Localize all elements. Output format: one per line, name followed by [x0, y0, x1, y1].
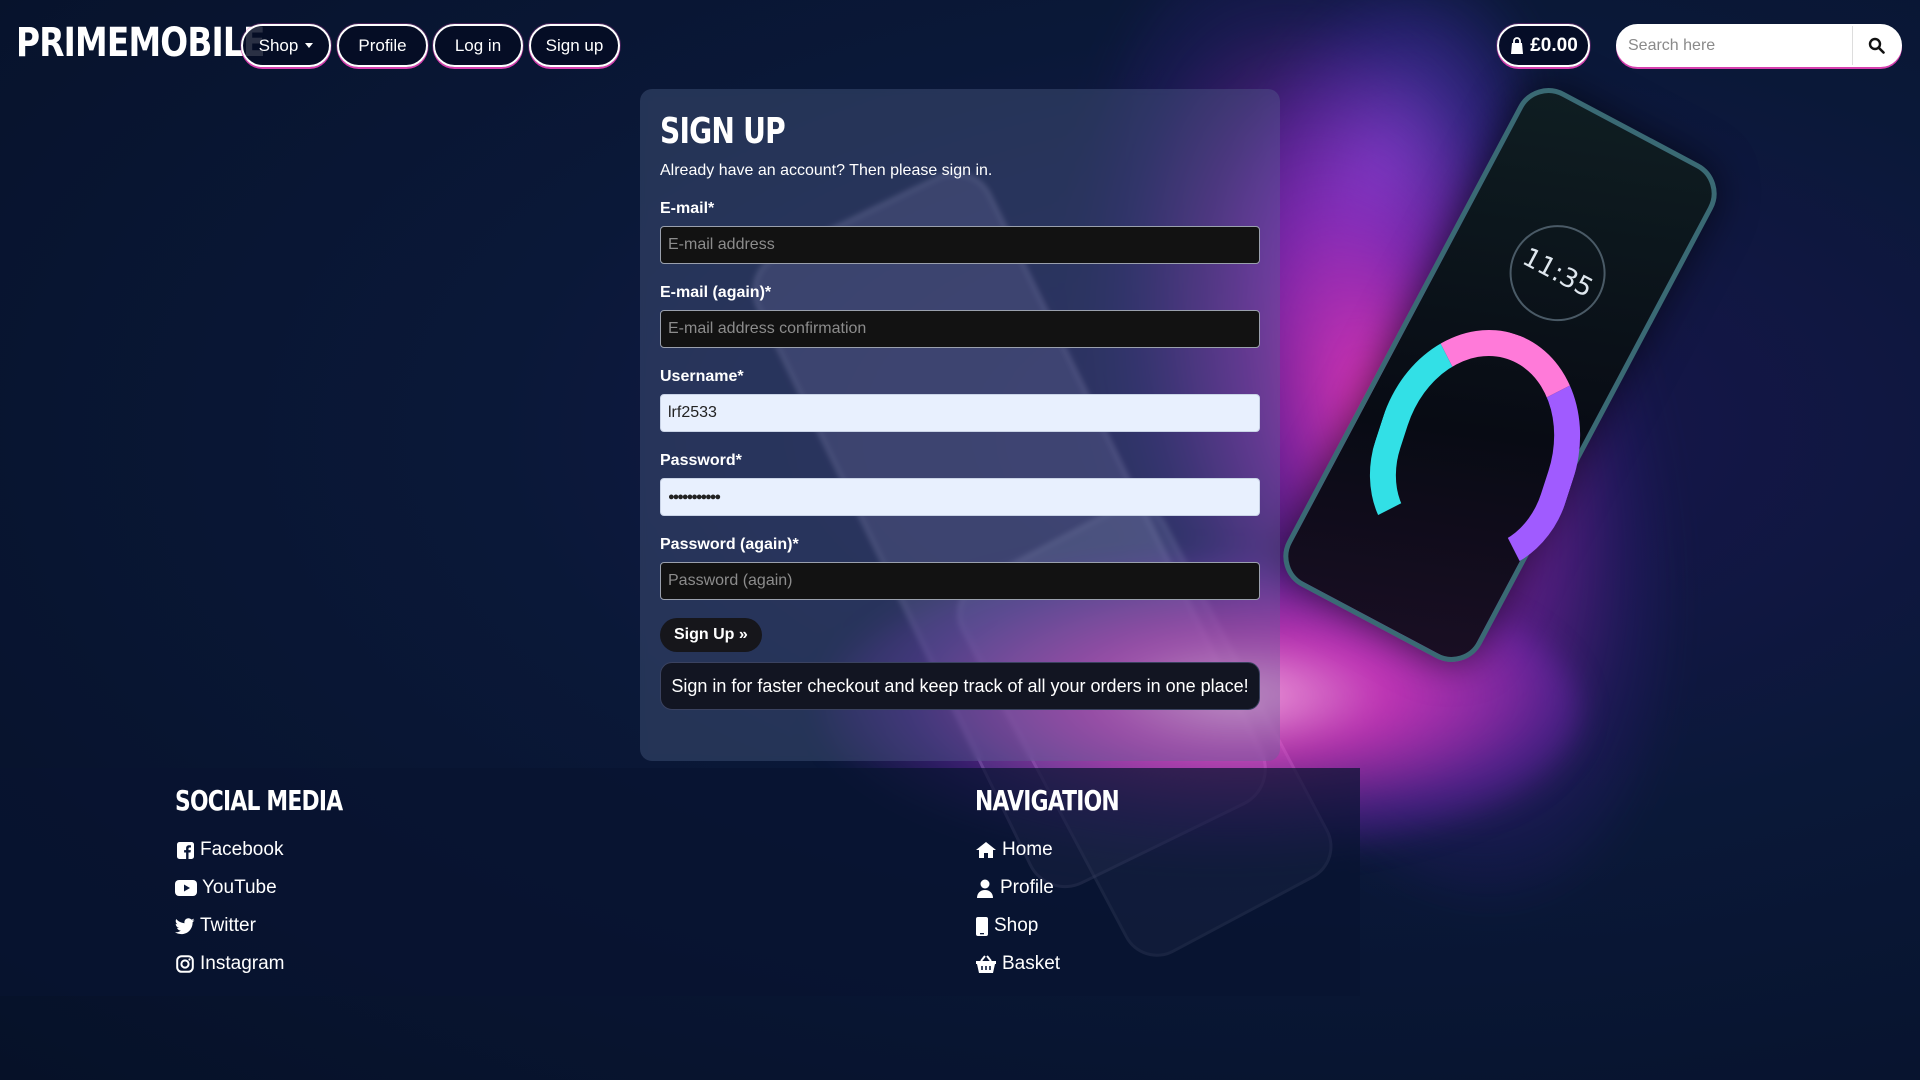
signup-card: SIGN UP Already have an account? Then pl…: [640, 89, 1280, 761]
email-field[interactable]: [660, 226, 1260, 264]
social-media-heading: SOCIAL MEDIA: [175, 784, 343, 817]
username-field[interactable]: [660, 394, 1260, 432]
shop-label: Shop: [258, 35, 299, 55]
email-label: E-mail*: [660, 200, 715, 217]
password-label: Password*: [660, 452, 742, 469]
footer: SOCIAL MEDIA Facebook YouTube Twitter In…: [0, 768, 1920, 1080]
instagram-icon: [175, 954, 195, 974]
password-confirm-field[interactable]: [660, 562, 1260, 600]
footer-home-link[interactable]: Home: [975, 831, 1160, 869]
submit-signup-button[interactable]: Sign Up »: [660, 618, 762, 652]
email-confirm-field[interactable]: [660, 310, 1260, 348]
top-navbar: PRIMEMOBILE Shop Profile Log in Sign up …: [0, 0, 1920, 88]
footer-basket-label: Basket: [1002, 953, 1061, 974]
instagram-label: Instagram: [200, 953, 285, 974]
footer-home-label: Home: [1002, 839, 1053, 860]
profile-button[interactable]: Profile: [337, 24, 428, 67]
page-title: SIGN UP: [660, 111, 786, 152]
navigation-section: NAVIGATION Home Profile Shop Basket: [975, 784, 1160, 983]
email-confirm-label: E-mail (again)*: [660, 284, 772, 301]
login-button[interactable]: Log in: [433, 24, 523, 67]
brand-logo[interactable]: PRIMEMOBILE: [16, 20, 265, 66]
footer-profile-label: Profile: [1000, 877, 1054, 898]
footer-basket-link[interactable]: Basket: [975, 945, 1160, 983]
search-bar: [1616, 24, 1902, 67]
footer-shop-link[interactable]: Shop: [975, 907, 1160, 945]
twitter-icon: [175, 916, 195, 936]
signin-benefits-banner: Sign in for faster checkout and keep tra…: [660, 662, 1260, 710]
facebook-link[interactable]: Facebook: [175, 831, 390, 869]
signup-button[interactable]: Sign up: [529, 24, 620, 67]
social-media-section: SOCIAL MEDIA Facebook YouTube Twitter In…: [175, 784, 390, 983]
basket-button[interactable]: £0.00: [1497, 24, 1590, 67]
search-icon: [1868, 37, 1885, 54]
caret-down-icon: [305, 43, 314, 48]
mobile-icon: [975, 916, 989, 936]
shop-dropdown-button[interactable]: Shop: [241, 24, 331, 67]
password-field[interactable]: [660, 478, 1260, 516]
footer-shop-label: Shop: [994, 915, 1039, 936]
home-icon: [975, 840, 997, 860]
twitter-link[interactable]: Twitter: [175, 907, 390, 945]
navigation-heading: NAVIGATION: [975, 784, 1120, 817]
instagram-link[interactable]: Instagram: [175, 945, 390, 983]
search-button[interactable]: [1852, 26, 1900, 65]
basket-icon: [975, 954, 997, 974]
username-label: Username*: [660, 368, 744, 385]
twitter-label: Twitter: [200, 915, 256, 936]
youtube-label: YouTube: [202, 877, 277, 898]
user-icon: [975, 878, 995, 898]
youtube-icon: [175, 878, 197, 898]
signin-prompt[interactable]: Already have an account? Then please sig…: [660, 162, 1260, 180]
shopping-bag-icon: [1509, 36, 1525, 55]
youtube-link[interactable]: YouTube: [175, 869, 390, 907]
facebook-label: Facebook: [200, 839, 284, 860]
password-confirm-label: Password (again)*: [660, 536, 799, 553]
search-input[interactable]: [1618, 26, 1852, 65]
facebook-icon: [175, 840, 195, 860]
footer-profile-link[interactable]: Profile: [975, 869, 1160, 907]
basket-total: £0.00: [1530, 34, 1578, 56]
